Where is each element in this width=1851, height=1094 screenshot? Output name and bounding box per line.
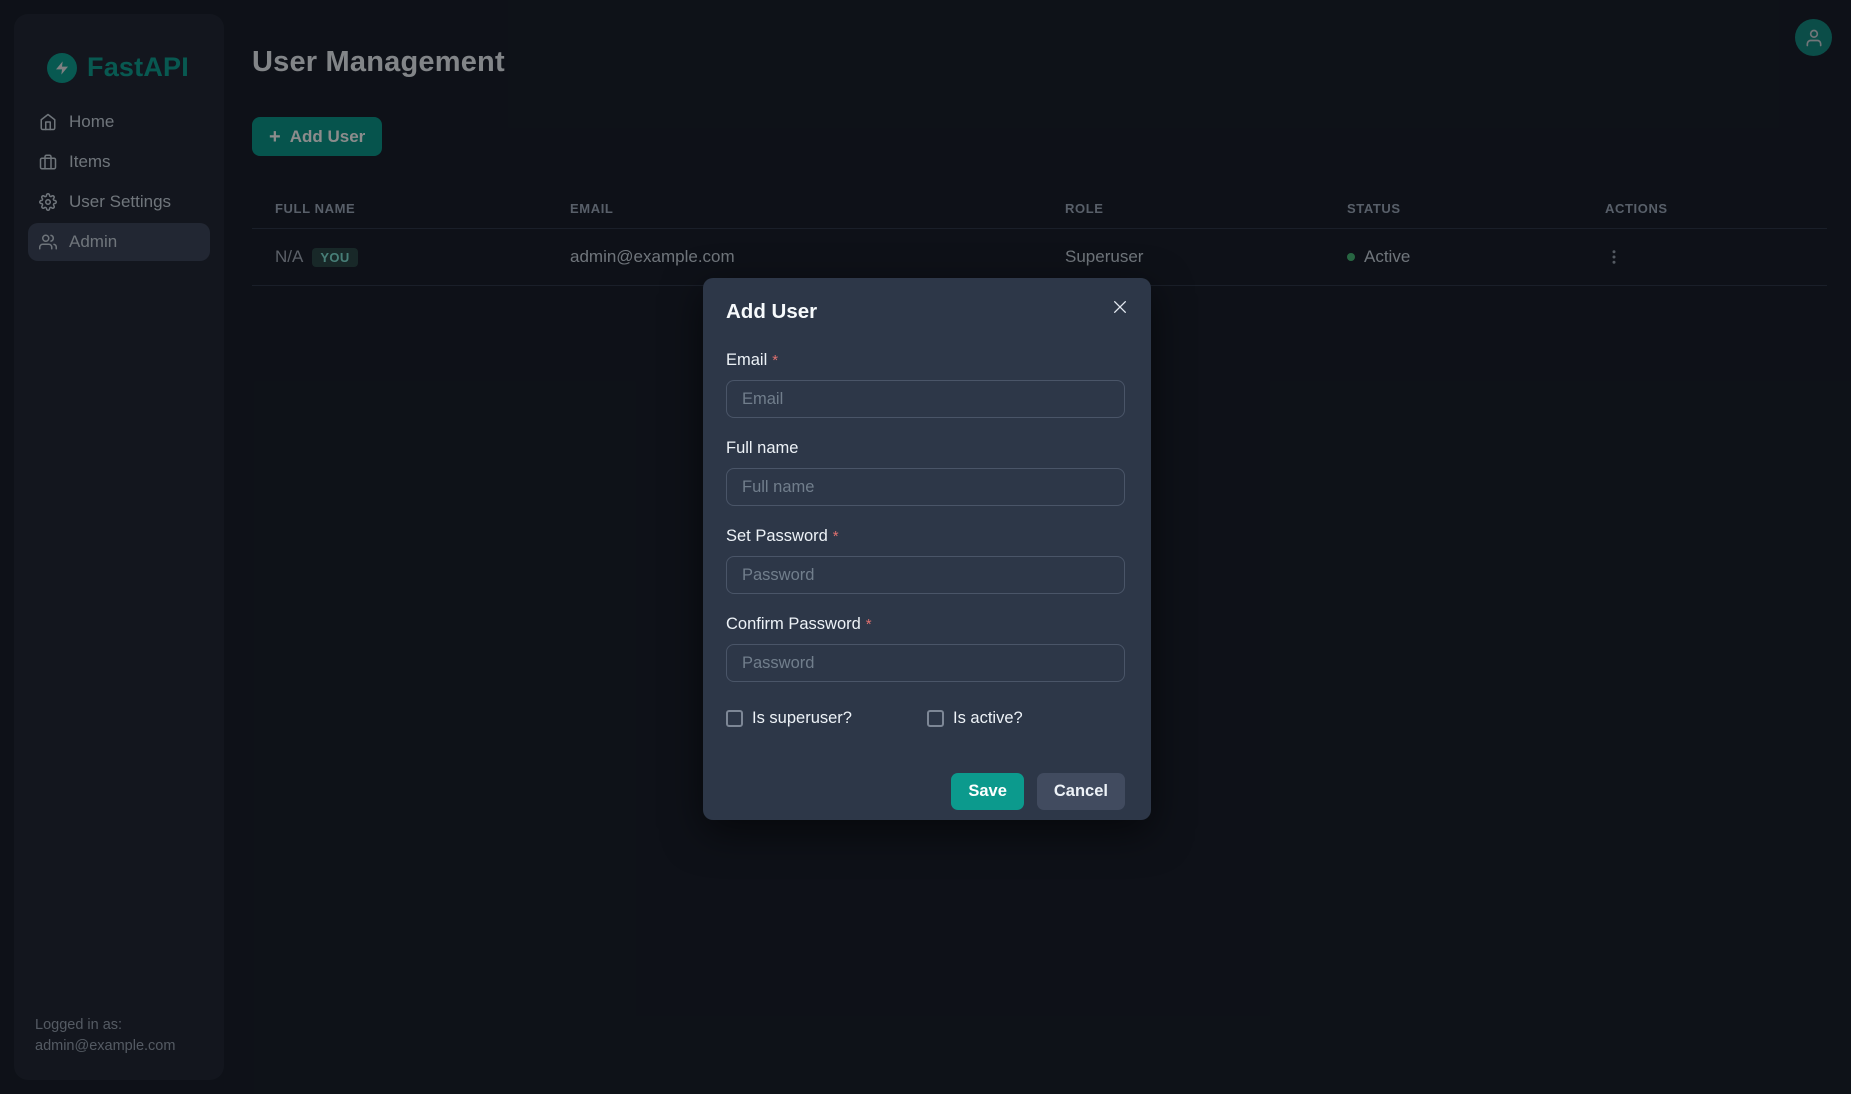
cancel-button[interactable]: Cancel — [1037, 773, 1125, 810]
set-password-field[interactable] — [726, 556, 1125, 594]
full-name-field-label: Full name — [726, 439, 1125, 458]
add-user-modal: Add User Email* Full name Set Password* … — [703, 278, 1151, 820]
confirm-password-field[interactable] — [726, 644, 1125, 682]
checkbox-unchecked-icon[interactable] — [726, 710, 743, 727]
required-asterisk: * — [772, 352, 778, 369]
modal-close-button[interactable] — [1107, 294, 1133, 320]
is-superuser-checkbox[interactable]: Is superuser? — [726, 709, 927, 728]
is-active-label: Is active? — [953, 709, 1023, 728]
set-password-label-text: Set Password — [726, 527, 828, 545]
required-asterisk: * — [866, 616, 872, 633]
is-active-checkbox[interactable]: Is active? — [927, 709, 1023, 728]
confirm-password-label-text: Confirm Password — [726, 615, 861, 633]
required-asterisk: * — [833, 528, 839, 545]
email-field[interactable] — [726, 380, 1125, 418]
save-button[interactable]: Save — [951, 773, 1024, 810]
confirm-password-field-label: Confirm Password * — [726, 615, 1125, 634]
email-label-text: Email — [726, 351, 767, 369]
full-name-label-text: Full name — [726, 439, 798, 457]
modal-actions: Save Cancel — [726, 773, 1125, 810]
full-name-field[interactable] — [726, 468, 1125, 506]
email-field-label: Email * — [726, 351, 1125, 370]
checkbox-row: Is superuser? Is active? — [726, 709, 1125, 727]
close-icon — [1112, 299, 1128, 315]
modal-title: Add User — [726, 300, 1125, 324]
is-superuser-label: Is superuser? — [752, 709, 852, 728]
set-password-field-label: Set Password * — [726, 527, 1125, 546]
checkbox-unchecked-icon[interactable] — [927, 710, 944, 727]
